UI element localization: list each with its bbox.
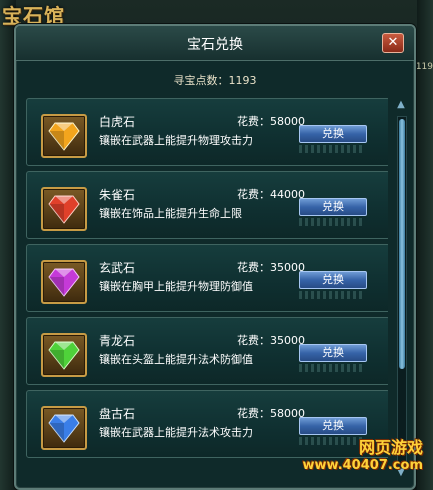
dialog-titlebar[interactable]: 宝石兑换 ✕ xyxy=(16,26,414,61)
gem-green-icon xyxy=(48,341,80,370)
gem-blue-icon xyxy=(48,414,80,443)
exchange-button[interactable]: 兑换 xyxy=(299,344,367,362)
row-decoration xyxy=(299,291,365,299)
background-number: 119 xyxy=(415,62,433,72)
gem-name: 青龙石 xyxy=(99,334,136,348)
row-decoration xyxy=(299,364,365,372)
gem-purple-icon xyxy=(48,268,80,297)
gem-description: 镶嵌在胸甲上能提升物理防御值 xyxy=(99,280,253,293)
gem-cost: 花费：58000 xyxy=(237,115,305,128)
scroll-track[interactable] xyxy=(397,116,407,464)
row-decoration xyxy=(299,145,365,153)
gem-list: 白虎石 镶嵌在武器上能提升物理攻击力 花费：58000 兑换 朱雀石 镶嵌在饰品… xyxy=(26,98,388,482)
exchange-button[interactable]: 兑换 xyxy=(299,198,367,216)
gem-description: 镶嵌在头盔上能提升法术防御值 xyxy=(99,353,253,366)
scrollbar[interactable]: ▲ ▼ xyxy=(394,98,408,482)
gem-exchange-dialog: 宝石兑换 ✕ 寻宝点数：1193 白虎石 镶嵌在武器上能提升物理攻击力 花费：5… xyxy=(14,24,416,490)
gem-name: 盘古石 xyxy=(99,407,136,421)
row-decoration xyxy=(299,218,365,226)
gem-slot xyxy=(41,260,87,304)
gem-slot xyxy=(41,333,87,377)
watermark-line1: 网页游戏 xyxy=(358,438,423,457)
watermark-line2: www.40407.com xyxy=(302,458,424,473)
gem-description: 镶嵌在饰品上能提升生命上限 xyxy=(99,207,242,220)
close-button[interactable]: ✕ xyxy=(382,33,404,53)
gem-row-qinglong: 青龙石 镶嵌在头盔上能提升法术防御值 花费：35000 兑换 xyxy=(26,317,388,385)
gem-row-zhuque: 朱雀石 镶嵌在饰品上能提升生命上限 花费：44000 兑换 xyxy=(26,171,388,239)
gem-name: 朱雀石 xyxy=(99,188,136,202)
gem-cost: 花费：35000 xyxy=(237,261,305,274)
gem-orange-icon xyxy=(48,122,80,151)
exchange-button[interactable]: 兑换 xyxy=(299,125,367,143)
gem-slot xyxy=(41,187,87,231)
site-watermark: 网页游戏 www.40407.com xyxy=(303,430,427,482)
gem-row-baihu: 白虎石 镶嵌在武器上能提升物理攻击力 花费：58000 兑换 xyxy=(26,98,388,166)
gem-description: 镶嵌在武器上能提升物理攻击力 xyxy=(99,134,253,147)
gem-cost: 花费：44000 xyxy=(237,188,305,201)
exchange-button[interactable]: 兑换 xyxy=(299,271,367,289)
treasure-points: 寻宝点数：1193 xyxy=(173,74,257,87)
gem-cost: 花费：58000 xyxy=(237,407,305,420)
gem-description: 镶嵌在武器上能提升法术攻击力 xyxy=(99,426,253,439)
gem-name: 白虎石 xyxy=(99,115,136,129)
gem-name: 玄武石 xyxy=(99,261,136,275)
gem-red-icon xyxy=(48,195,80,224)
dialog-title: 宝石兑换 xyxy=(187,37,243,53)
scroll-thumb[interactable] xyxy=(399,119,405,369)
gem-cost: 花费：35000 xyxy=(237,334,305,347)
scroll-up-icon[interactable]: ▲ xyxy=(394,100,408,110)
background-right-panel xyxy=(417,0,433,490)
gem-row-xuanwu: 玄武石 镶嵌在胸甲上能提升物理防御值 花费：35000 兑换 xyxy=(26,244,388,312)
gem-slot xyxy=(41,114,87,158)
gem-slot xyxy=(41,406,87,450)
